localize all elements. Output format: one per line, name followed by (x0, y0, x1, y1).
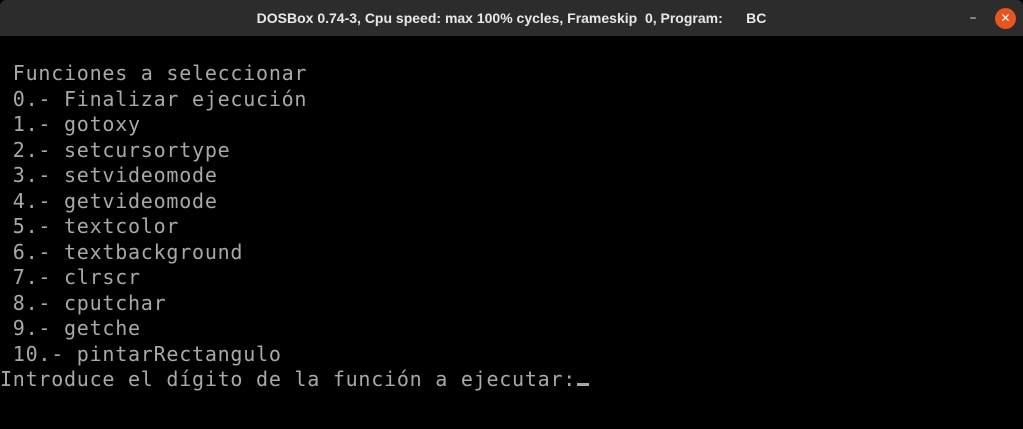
menu-option: 9.- getche (0, 316, 141, 340)
dos-screen[interactable]: Funciones a seleccionar 0.- Finalizar ej… (0, 36, 1023, 429)
menu-option: 4.- getvideomode (0, 188, 218, 213)
input-prompt: Introduce el dígito de la función a ejec… (0, 367, 577, 391)
terminal-output: Funciones a seleccionar 0.- Finalizar ej… (0, 61, 590, 393)
menu-option: 7.- clrscr (0, 265, 141, 289)
menu-option: 2.- setcursortype (0, 137, 231, 162)
menu-option: 1.- gotoxy (0, 112, 141, 136)
menu-option: 10.- pintarRectangulo (0, 341, 282, 366)
minimize-icon[interactable]: – (966, 8, 980, 28)
menu-option: 5.- textcolor (0, 214, 180, 238)
menu-option: 0.- Finalizar ejecución (0, 86, 308, 111)
input-prompt-line[interactable]: Introduce el dígito de la función a ejec… (0, 367, 590, 393)
menu-option: 6.- textbackground (0, 239, 244, 264)
menu-option: 3.- setvideomode (0, 163, 218, 187)
menu-option: 8.- cputchar (0, 290, 167, 315)
window-titlebar[interactable]: DOSBox 0.74-3, Cpu speed: max 100% cycle… (0, 0, 1023, 36)
window-title: DOSBox 0.74-3, Cpu speed: max 100% cycle… (256, 10, 767, 26)
text-cursor (577, 383, 590, 386)
close-icon[interactable]: ✕ (995, 8, 1016, 29)
menu-heading: Funciones a seleccionar (0, 61, 308, 85)
